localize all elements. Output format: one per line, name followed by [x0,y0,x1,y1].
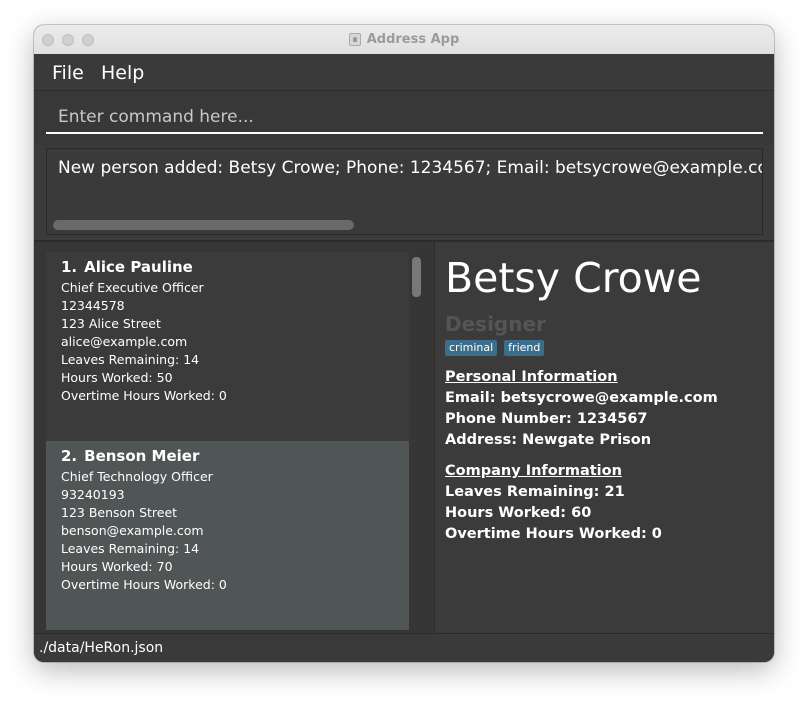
tag-badge: friend [504,340,545,356]
detail-email: Email: betsycrowe@example.com [445,390,718,406]
person-name: Benson Meier [84,447,200,465]
person-email: benson@example.com [61,523,204,538]
detail-tags: criminal friend [445,340,545,356]
menu-bar: File Help [34,54,774,91]
detail-overtime: Overtime Hours Worked: 0 [445,526,662,542]
person-phone: 93240193 [61,487,125,502]
person-name-row: 2. Benson Meier [61,447,409,465]
person-leaves: Leaves Remaining: 14 [61,541,200,556]
person-list-panel: 1. Alice Pauline Chief Executive Officer … [34,242,434,633]
tag-badge: criminal [445,340,498,356]
person-card-selected[interactable]: 2. Benson Meier Chief Technology Officer … [46,441,409,630]
command-input[interactable] [46,101,763,134]
person-role: Chief Technology Officer [61,469,213,484]
person-list-scrollbar[interactable] [412,257,421,297]
person-address: 123 Alice Street [61,316,161,331]
person-index: 1. [61,258,78,276]
detail-hours: Hours Worked: 60 [445,505,592,521]
result-message: New person added: Betsy Crowe; Phone: 12… [58,158,762,178]
window-title: Address App [366,32,460,47]
menu-file[interactable]: File [52,62,84,84]
menu-help[interactable]: Help [101,62,144,84]
person-email: alice@example.com [61,334,188,349]
detail-phone: Phone Number: 1234567 [445,411,648,427]
detail-role: Designer [445,312,546,336]
person-address: 123 Benson Street [61,505,178,520]
personal-information-section: Personal Information Email: betsycrowe@e… [445,369,718,451]
person-overtime: Overtime Hours Worked: 0 [61,577,227,592]
person-name: Alice Pauline [84,258,193,276]
result-display[interactable]: New person added: Betsy Crowe; Phone: 12… [46,148,763,235]
company-information-heading: Company Information [445,463,622,479]
person-detail-panel: Betsy Crowe Designer criminal friend Per… [435,242,774,633]
result-horizontal-scrollbar[interactable] [53,220,354,230]
title-bar[interactable]: Address App [34,25,774,55]
data-file-path: ./data/HeRon.json [39,640,164,656]
detail-leaves: Leaves Remaining: 21 [445,484,625,500]
command-area [34,91,774,145]
person-phone: 12344578 [61,298,125,313]
app-icon [348,33,361,46]
person-card[interactable]: 1. Alice Pauline Chief Executive Officer … [46,252,409,441]
person-leaves: Leaves Remaining: 14 [61,352,200,367]
app-window: Address App File Help New person added: … [34,25,774,662]
person-hours: Hours Worked: 70 [61,559,173,574]
person-overtime: Overtime Hours Worked: 0 [61,388,227,403]
status-bar: ./data/HeRon.json [34,633,774,662]
company-information-section: Company Information Leaves Remaining: 21… [445,463,662,545]
detail-address: Address: Newgate Prison [445,432,652,448]
detail-name: Betsy Crowe [445,254,702,302]
person-name-row: 1. Alice Pauline [61,258,409,276]
person-index: 2. [61,447,78,465]
personal-information-heading: Personal Information [445,369,618,385]
person-hours: Hours Worked: 50 [61,370,173,385]
person-role: Chief Executive Officer [61,280,204,295]
